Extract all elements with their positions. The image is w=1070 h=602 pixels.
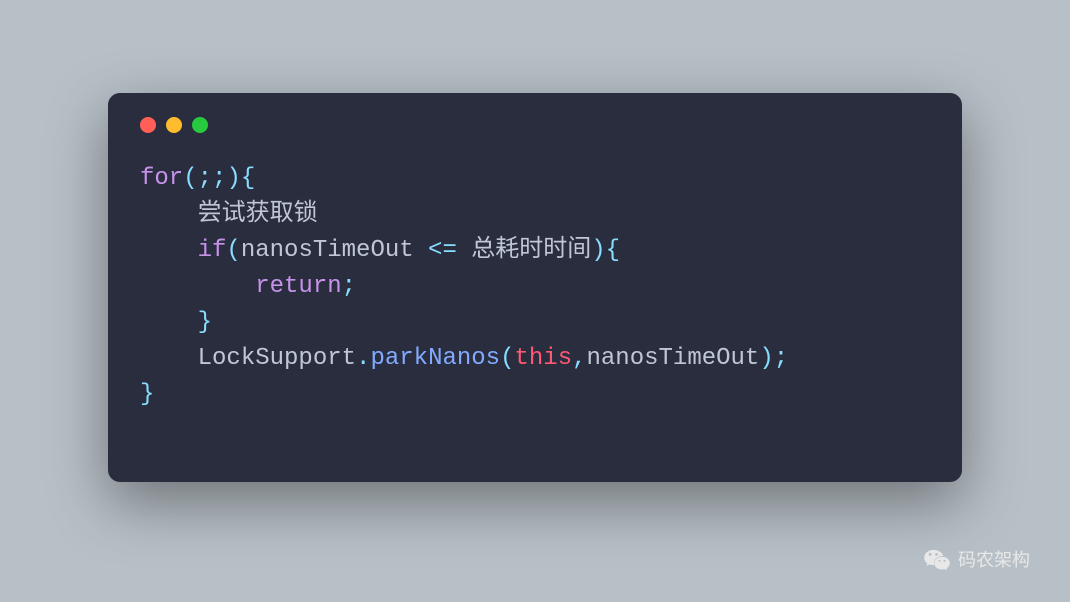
for-keyword: for [140,165,183,192]
semicolon: ; [212,165,226,192]
argument: nanosTimeOut [587,345,760,372]
comment-text: 尝试获取锁 [198,201,318,228]
minimize-icon[interactable] [166,117,182,133]
code-block: for(;;){ 尝试获取锁 if(nanosTimeOut <= 总耗时时间)… [140,161,930,413]
class-name: LockSupport [198,345,356,372]
paren-open: ( [500,345,514,372]
paren-close: ) [226,165,240,192]
paren-open: ( [183,165,197,192]
variable: nanosTimeOut [241,237,414,264]
this-keyword: this [514,345,572,372]
close-icon[interactable] [140,117,156,133]
watermark-text: 码农架构 [958,546,1030,572]
code-window: for(;;){ 尝试获取锁 if(nanosTimeOut <= 总耗时时间)… [108,93,962,482]
window-controls [140,117,930,133]
operator: <= [414,237,472,264]
semicolon: ; [198,165,212,192]
comma: , [572,345,586,372]
paren-open: ( [226,237,240,264]
brace-open: { [606,237,620,264]
variable: 总耗时时间 [471,237,591,264]
method-name: parkNanos [370,345,500,372]
if-keyword: if [198,237,227,264]
brace-close: } [198,309,212,336]
brace-open: { [241,165,255,192]
return-keyword: return [255,273,341,300]
semicolon: ; [774,345,788,372]
paren-close: ) [591,237,605,264]
dot: . [356,345,370,372]
brace-close: } [140,381,154,408]
watermark: 码农架构 [924,546,1030,572]
paren-close: ) [759,345,773,372]
wechat-icon [924,548,950,570]
maximize-icon[interactable] [192,117,208,133]
semicolon: ; [342,273,356,300]
